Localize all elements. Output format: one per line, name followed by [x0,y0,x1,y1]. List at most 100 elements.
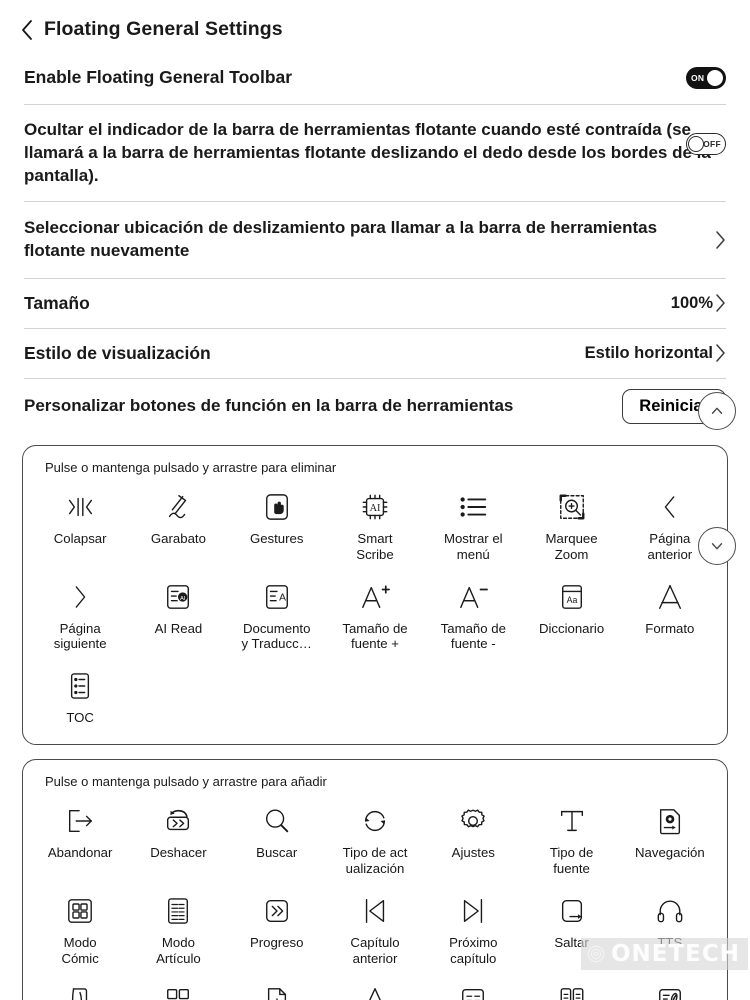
row-hide-indicator[interactable]: Ocultar el indicador de la barra de herr… [24,105,726,203]
remove-panel-item[interactable]: Tamaño de fuente + [326,571,424,657]
row-enable-floating-toolbar[interactable]: Enable Floating General Toolbar ON [24,51,726,105]
toggle-state-label: ON [691,72,705,83]
chevron-right-icon [69,579,91,615]
add-panel-item[interactable]: Ajustes [424,795,522,881]
add-panel-item[interactable]: Próximo capítulo [424,885,522,971]
ai-read-doc-icon: AI [164,579,192,615]
row-customize-buttons: Personalizar botones de función en la ba… [24,379,726,435]
add-page-icon [264,982,290,1000]
svg-text:A: A [279,592,286,603]
grid-layout-icon [164,982,192,1000]
remove-panel-item[interactable]: TOC [31,660,129,730]
size-value: 100% [670,293,713,312]
add-panel-item[interactable] [424,974,522,1000]
remove-panel-item[interactable]: AI AI Read [129,571,227,657]
add-panel-item-label: Abandonar [47,845,113,861]
row-label: Seleccionar ubicación de deslizamiento p… [24,218,658,261]
add-panel-item-label: Capítulo anterior [350,934,400,966]
ai-chip-icon: AI [360,489,390,525]
add-panel-item[interactable] [228,974,326,1000]
previous-chapter-icon [360,893,390,929]
comic-mode-icon [66,893,94,929]
remove-icon-grid: Colapsar Garabato Gestures AI Smart Scribe Mos… [31,481,719,730]
add-panel-item[interactable] [522,974,620,1000]
list-menu-icon [457,489,489,525]
hide-indicator-toggle[interactable]: OFF [686,133,726,155]
add-panel-item[interactable]: Tipo de fuente [522,795,620,881]
remove-panel-item-label: Smart Scribe [356,530,394,562]
search-icon [262,803,292,839]
add-panel-item[interactable]: Modo Cómic [31,885,129,971]
marquee-zoom-icon [557,489,587,525]
row-control: ON [686,66,726,89]
remove-panel-item-label: Página anterior [647,530,693,562]
row-size[interactable]: Tamaño 100% [24,279,726,329]
row-display-style[interactable]: Estilo de visualización Estilo horizonta… [24,329,726,379]
document-translate-icon: A [263,579,291,615]
chevron-down-icon [711,543,723,550]
navigation-doc-icon [656,803,684,839]
font-size-increase-icon [359,579,391,615]
svg-text:AI: AI [180,595,186,601]
chevron-right-icon [715,343,726,363]
row-label: Tamaño [24,292,90,313]
row-control: Estilo horizontal [585,343,726,363]
remove-panel-item[interactable]: AI Smart Scribe [326,481,424,567]
scroll-up-button[interactable] [698,392,736,430]
remove-panel-item-label: Marquee Zoom [545,530,598,562]
remove-panel-item-label: Garabato [150,530,206,546]
article-mode-icon [165,893,191,929]
add-panel-item[interactable]: Capítulo anterior [326,885,424,971]
remove-panel-item-label: Tamaño de fuente - [440,620,506,652]
add-panel-item[interactable]: Abandonar [31,795,129,881]
remove-panel-item[interactable]: A Documento y Traducc… [228,571,326,657]
back-chevron-icon[interactable] [20,19,34,41]
add-panel-item[interactable]: Navegación [621,795,719,881]
remove-panel-item-label: Colapsar [53,530,107,546]
remove-panel-item[interactable]: Gestures [228,481,326,567]
add-panel-item-label: Tipo de act ualización [342,845,408,876]
svg-text:AI: AI [370,503,381,514]
add-panel-item[interactable] [621,974,719,1000]
font-type-icon [557,803,587,839]
row-control [715,230,726,250]
add-panel-item[interactable] [31,974,129,1000]
add-panel-item[interactable]: Progreso [228,885,326,971]
page-curl-icon [68,982,92,1000]
scribble-pen-icon [162,489,194,525]
headphones-icon [655,893,685,929]
enable-toolbar-toggle[interactable]: ON [686,66,726,89]
format-letter-icon [655,579,685,615]
add-panel-item-label: Modo Artículo [156,934,201,966]
row-label: Estilo de visualización [24,342,211,363]
remove-panel-item[interactable]: Página siguiente [31,571,129,657]
add-panel-item[interactable] [326,974,424,1000]
remove-panel-item-label: Formato [645,620,695,636]
row-control: 100% [671,293,726,313]
row-label: Personalizar botones de función en la ba… [24,396,514,416]
add-panel-item[interactable]: Buscar [228,795,326,881]
collapse-icon [64,489,96,525]
chevron-up-icon [711,407,723,414]
scroll-down-button[interactable] [698,527,736,565]
row-label: Enable Floating General Toolbar [24,66,293,87]
remove-panel-item[interactable]: Garabato [129,481,227,567]
remove-panel-item[interactable]: Mostrar el menú [424,481,522,567]
remove-panel-item[interactable]: Formato [621,571,719,657]
add-panel-item[interactable] [129,974,227,1000]
remove-panel-item[interactable]: Tamaño de fuente - [424,571,522,657]
remove-panel-item-label: Página siguiente [53,620,107,652]
remove-panel-item[interactable]: Aa Diccionario [522,571,620,657]
chevron-right-icon [715,293,726,313]
remove-panel-item[interactable]: Marquee Zoom [522,481,620,567]
add-panel-item[interactable]: Modo Artículo [129,885,227,971]
letter-a-icon [360,982,390,1000]
add-panel-item[interactable]: Deshacer [129,795,227,881]
row-label: Ocultar el indicador de la barra de herr… [24,120,711,185]
remove-panel-item-label: Documento y Traducc… [241,620,312,652]
refresh-cycle-icon [360,803,390,839]
row-slide-location[interactable]: Seleccionar ubicación de deslizamiento p… [24,202,726,279]
add-panel-item[interactable]: Tipo de act ualización [326,795,424,881]
remove-panel-item[interactable]: Colapsar [31,481,129,567]
remove-panel-item-label: Mostrar el menú [443,530,503,562]
